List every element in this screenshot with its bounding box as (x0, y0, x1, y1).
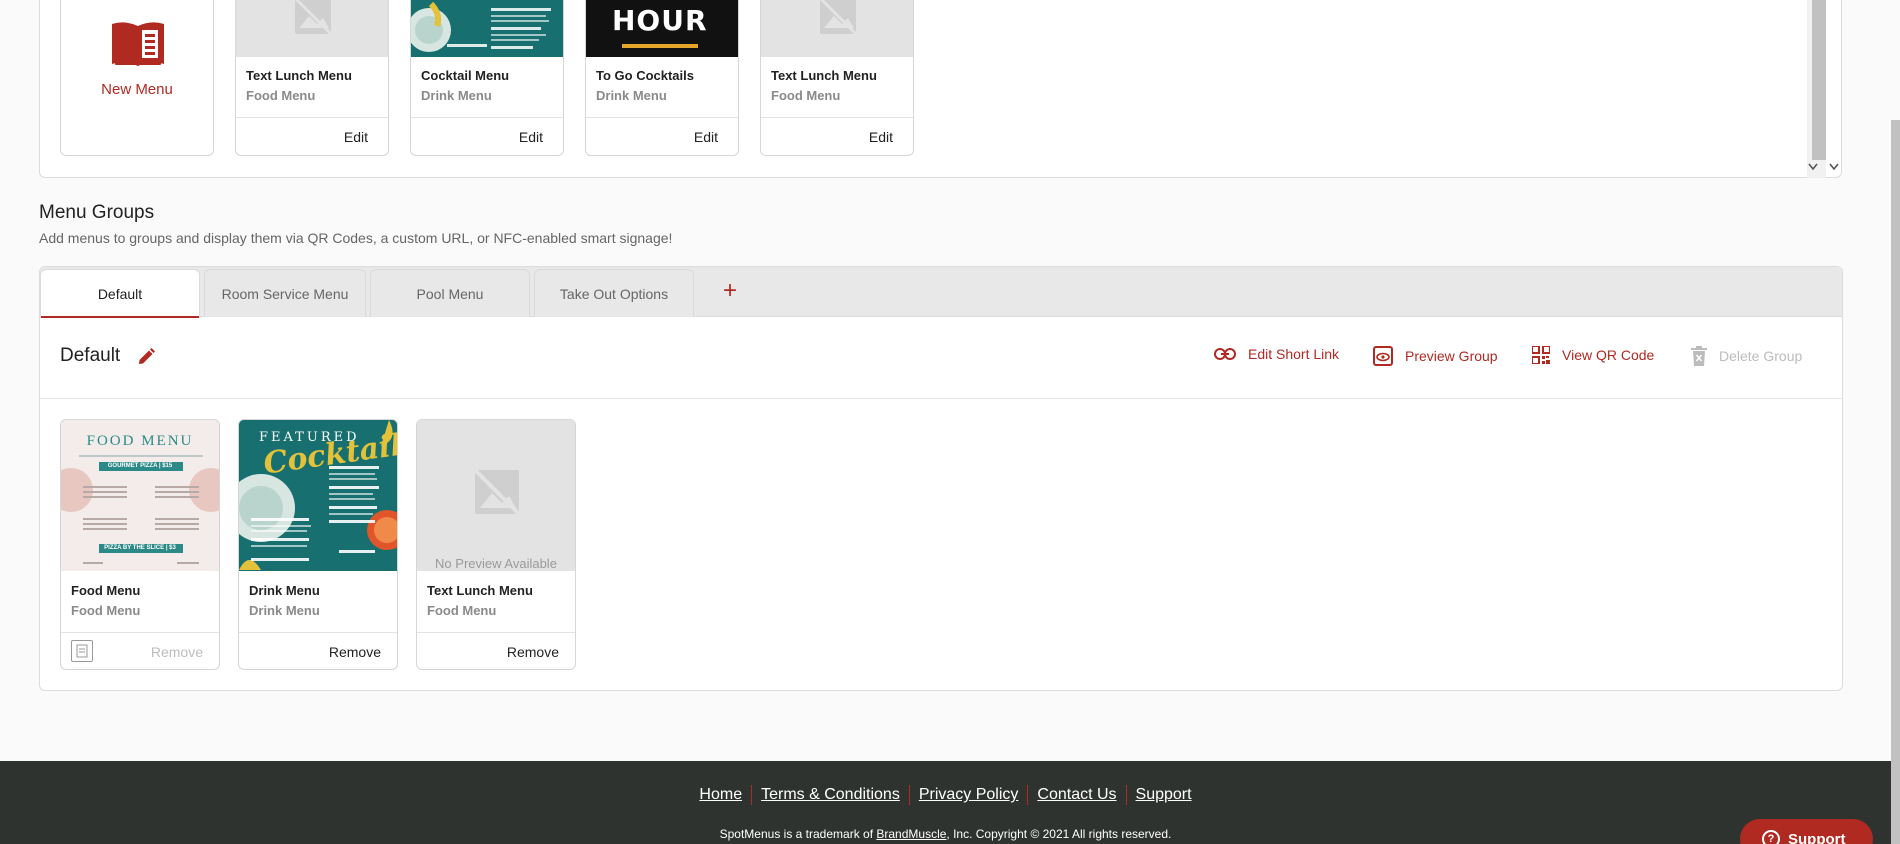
food-slice-label: PIZZA BY THE SLICE | $3 (104, 545, 176, 551)
trash-icon (1691, 346, 1707, 366)
menus-scrollbar-thumb[interactable] (1812, 0, 1826, 160)
menu-groups-title: Menu Groups (39, 202, 155, 223)
pencil-icon[interactable] (136, 347, 156, 372)
brandmuscle-link[interactable]: BrandMuscle (876, 827, 946, 841)
remove-button[interactable]: Remove (151, 644, 203, 660)
preview-group-label: Preview Group (1405, 348, 1498, 364)
remove-button[interactable]: Remove (329, 644, 381, 660)
menu-type: Food Menu (246, 88, 316, 103)
hour-subline (622, 44, 698, 48)
menu-groups-panel: Default Room Service Menu Pool Menu Take… (39, 266, 1843, 691)
food-gourmet-label: GOURMET PIZZA | $15 (107, 463, 173, 469)
tab-default[interactable]: Default (40, 269, 200, 318)
menu-thumbnail (236, 0, 388, 57)
menu-thumbnail: HOUR (586, 0, 738, 57)
menu-type: Drink Menu (596, 88, 667, 103)
menu-thumbnail (761, 0, 913, 57)
footer-link-terms[interactable]: Terms & Conditions (752, 786, 909, 803)
menu-type: Food Menu (771, 88, 841, 103)
support-button[interactable]: ? Support (1740, 819, 1873, 844)
footer-copyright: SpotMenus is a trademark of BrandMuscle,… (0, 827, 1891, 841)
tab-room-service-menu[interactable]: Room Service Menu (204, 269, 366, 317)
no-image-icon (289, 0, 337, 45)
menu-name: To Go Cocktails (596, 68, 694, 83)
tab-take-out-options[interactable]: Take Out Options (534, 269, 694, 317)
footer-link-privacy[interactable]: Privacy Policy (910, 786, 1028, 803)
tab-pool-menu[interactable]: Pool Menu (370, 269, 530, 317)
footer-link-support[interactable]: Support (1127, 786, 1201, 803)
no-image-icon (814, 0, 862, 45)
menu-thumbnail: FOOD MENU GOURMET PIZZA | $15 PIZZA BY T… (61, 420, 219, 571)
footer-link-home[interactable]: Home (690, 786, 751, 803)
new-menu-label: New Menu (101, 81, 173, 98)
edit-button[interactable]: Edit (869, 129, 893, 145)
support-button-label: Support (1788, 830, 1846, 844)
menu-thumbnail: FEATURED Cocktails (239, 420, 397, 571)
menu-name: Text Lunch Menu (427, 583, 533, 598)
group-menu-card: No Preview Available Text Lunch Menu Foo… (416, 419, 576, 670)
menu-card: Text Lunch Menu Food Menu Edit (760, 0, 914, 156)
edit-button[interactable]: Edit (344, 129, 368, 145)
footer: Home Terms & Conditions Privacy Policy Cont… (0, 761, 1891, 844)
copyright-prefix: SpotMenus is a trademark of (719, 827, 877, 841)
qr-code-icon (1532, 346, 1550, 364)
scroll-arrows[interactable] (1806, 161, 1844, 175)
edit-short-link-label: Edit Short Link (1248, 346, 1340, 362)
menu-thumbnail (411, 0, 563, 57)
add-group-button[interactable]: + (719, 279, 741, 303)
page-scrollbar[interactable] (1891, 120, 1900, 844)
menu-name: Drink Menu (249, 583, 320, 598)
food-menu-title: FOOD MENU (86, 433, 194, 449)
no-preview-text: No Preview Available (435, 556, 557, 571)
menu-name: Cocktail Menu (421, 68, 510, 83)
menu-type: Drink Menu (421, 88, 492, 103)
footer-link-contact[interactable]: Contact Us (1028, 786, 1125, 803)
menu-type: Drink Menu (249, 603, 320, 618)
menu-name: Text Lunch Menu (246, 68, 352, 83)
menu-file-icon[interactable] (71, 640, 93, 662)
new-menu-button[interactable]: New Menu (60, 0, 214, 156)
menus-panel: New Menu Text Lunch Menu Food Menu Edit (39, 0, 1842, 178)
menu-card: Text Lunch Menu Food Menu Edit (235, 0, 389, 156)
help-icon: ? (1762, 830, 1780, 844)
menu-name: Text Lunch Menu (771, 68, 877, 83)
menu-card: Cocktail Menu Drink Menu Edit (410, 0, 564, 156)
edit-button[interactable]: Edit (519, 129, 543, 145)
view-qr-code-label: View QR Code (1562, 347, 1655, 363)
preview-group-button[interactable]: Preview Group (1373, 346, 1498, 366)
group-tabs: Default Room Service Menu Pool Menu Take… (40, 267, 1842, 318)
copyright-suffix: , Inc. Copyright © 2021 All rights reser… (946, 827, 1172, 841)
group-menu-card: FOOD MENU GOURMET PIZZA | $15 PIZZA BY T… (60, 419, 220, 670)
preview-icon (1373, 346, 1393, 366)
edit-button[interactable]: Edit (694, 129, 718, 145)
menu-card: HOUR To Go Cocktails Drink Menu Edit (585, 0, 739, 156)
menu-name: Food Menu (71, 583, 141, 598)
menu-type: Food Menu (427, 603, 497, 618)
group-menu-card: FEATURED Cocktails Drink Menu Drink Menu… (238, 419, 398, 670)
remove-button[interactable]: Remove (507, 644, 559, 660)
menu-groups-description: Add menus to groups and display them via… (39, 230, 673, 246)
menu-type: Food Menu (71, 603, 141, 618)
delete-group-button[interactable]: Delete Group (1691, 346, 1802, 366)
edit-short-link-button[interactable]: Edit Short Link (1214, 346, 1339, 362)
footer-links: Home Terms & Conditions Privacy Policy Cont… (0, 785, 1891, 805)
group-name: Default (60, 345, 121, 366)
view-qr-code-button[interactable]: View QR Code (1532, 346, 1654, 364)
no-image-icon (467, 462, 527, 527)
link-icon (1214, 347, 1236, 361)
menu-thumbnail: No Preview Available (417, 420, 575, 571)
hour-text: HOUR (612, 4, 708, 37)
group-header: Default Edit Short Link Preview Group Vi… (40, 317, 1842, 399)
book-icon (109, 20, 167, 71)
delete-group-label: Delete Group (1719, 348, 1803, 364)
